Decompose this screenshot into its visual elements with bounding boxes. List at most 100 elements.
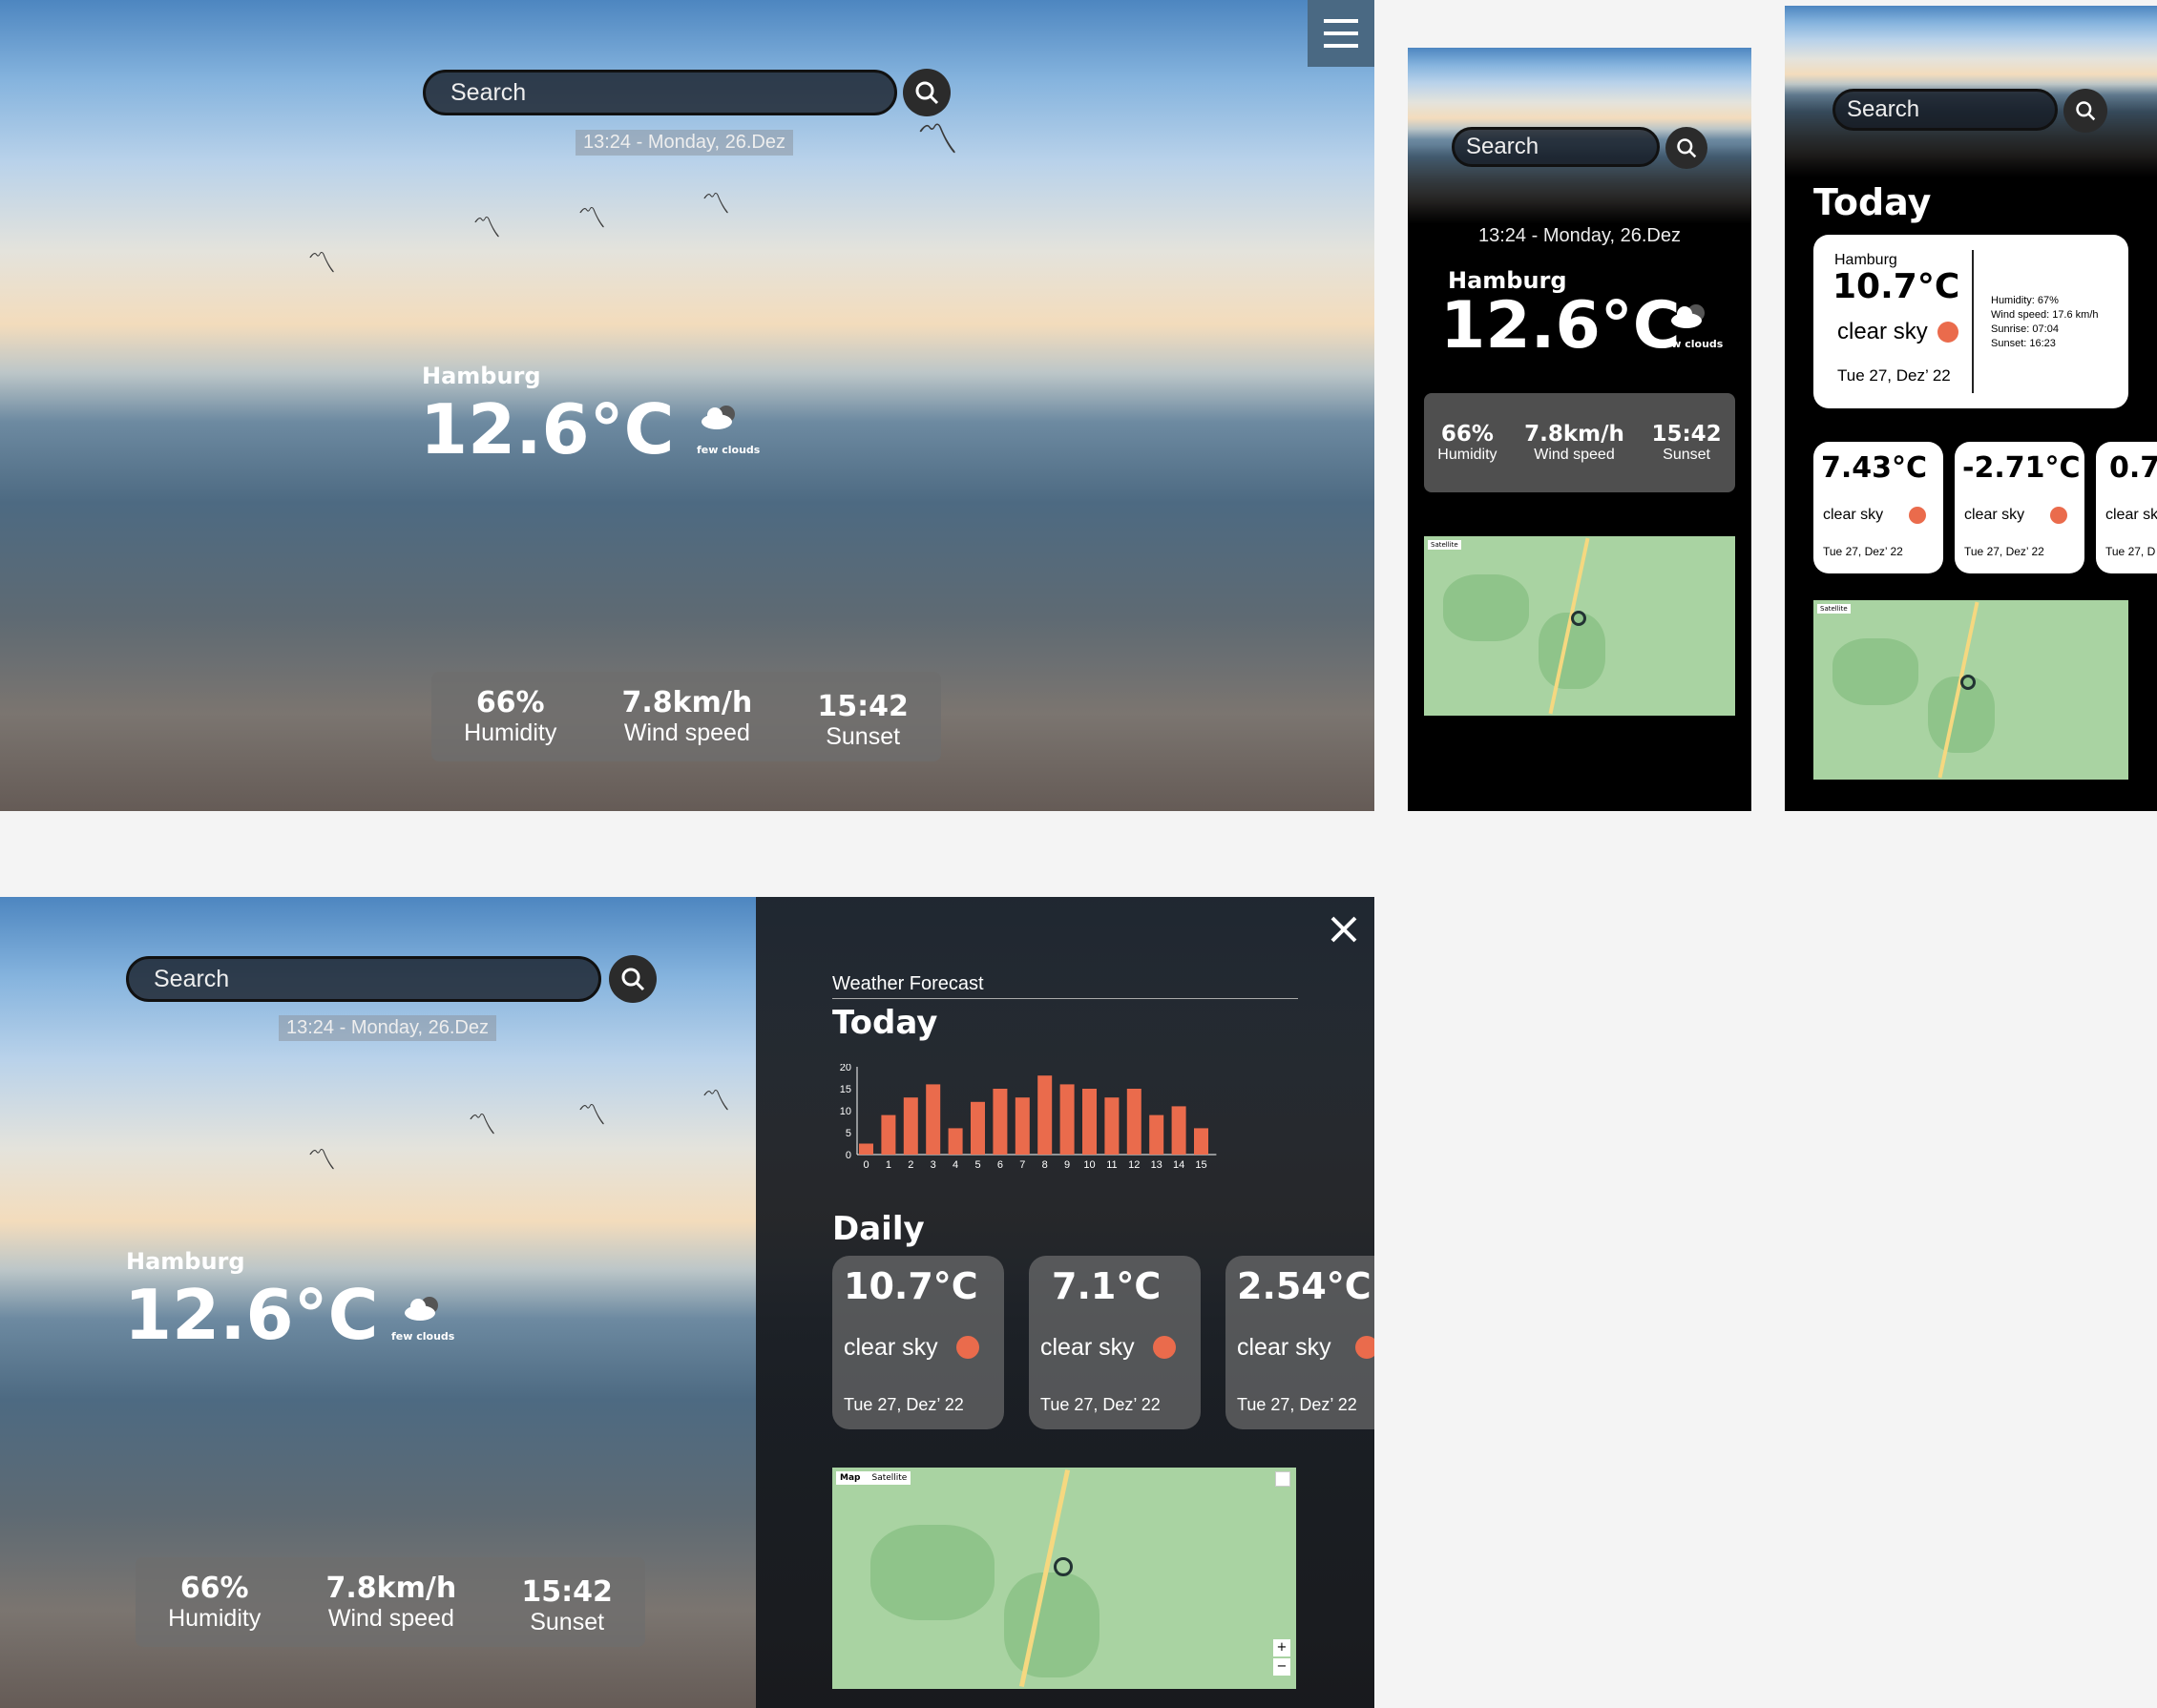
x-tick-label: 6 bbox=[997, 1159, 1003, 1171]
seagull-icon: 〽 bbox=[307, 1144, 336, 1177]
bar bbox=[926, 1084, 941, 1155]
location-pin-icon bbox=[1054, 1557, 1073, 1576]
search-placeholder: Search bbox=[450, 78, 527, 106]
bar bbox=[1171, 1106, 1186, 1155]
x-tick-label: 7 bbox=[1019, 1159, 1025, 1171]
map-type-satellite[interactable]: Satellite bbox=[1428, 540, 1461, 550]
today-heading: Today bbox=[832, 1004, 938, 1042]
location-pin-icon bbox=[1960, 675, 1976, 690]
bar bbox=[1149, 1114, 1164, 1155]
bar bbox=[948, 1128, 963, 1155]
seagull-icon: 〽 bbox=[468, 1109, 496, 1142]
seagull-icon: 〽 bbox=[577, 202, 606, 236]
weather-indicator-dot bbox=[1355, 1336, 1374, 1359]
stats-panel: 66% Humidity 7.8km/h Wind speed 15:42 Sunse… bbox=[431, 672, 941, 761]
x-tick-label: 4 bbox=[953, 1159, 958, 1171]
search-icon bbox=[1677, 138, 1697, 158]
bar bbox=[1104, 1097, 1120, 1155]
seagull-icon: 〽 bbox=[577, 1099, 606, 1133]
condition-label: few clouds bbox=[391, 1330, 455, 1343]
weather-indicator-dot bbox=[956, 1336, 979, 1359]
fullscreen-button[interactable] bbox=[1275, 1471, 1290, 1487]
bar bbox=[881, 1114, 896, 1155]
mobile-frame: Search 13:24 - Monday, 26.Dez Hamburg 12… bbox=[1408, 48, 1751, 811]
forecast-card[interactable]: -2.71°C clear sky Tue 27, Dez’ 22 bbox=[1955, 442, 2084, 573]
x-tick-label: 15 bbox=[1195, 1159, 1206, 1171]
forecast-panel: Weather Forecast Today 0 5 10 15 20 0 1 2 3 4 5 6 7 8… bbox=[756, 897, 1374, 1708]
search-input[interactable]: Search bbox=[423, 70, 897, 115]
stats-panel: 66% Humidity 7.8km/h Wind speed 15:42 Sunse… bbox=[136, 1557, 645, 1647]
search-input[interactable]: Search bbox=[126, 956, 601, 1002]
bar bbox=[1059, 1084, 1075, 1155]
location-pin-icon bbox=[1571, 611, 1586, 626]
weather-indicator-dot bbox=[1937, 322, 1958, 343]
x-tick-label: 12 bbox=[1128, 1159, 1140, 1171]
zoom-out-button[interactable]: − bbox=[1273, 1658, 1290, 1676]
mobile-forecast-frame: Search Today Hamburg 10.7°C clear sky Tu… bbox=[1785, 6, 2157, 811]
cloud-icon bbox=[1667, 302, 1709, 330]
daily-card[interactable]: 10.7°C clear sky Tue 27, Dez’ 22 bbox=[832, 1256, 1004, 1429]
city-name: Hamburg bbox=[422, 363, 541, 389]
bar bbox=[1126, 1089, 1141, 1155]
map-widget[interactable]: Satellite bbox=[1813, 600, 2128, 780]
bar bbox=[971, 1101, 985, 1155]
y-tick-label: 10 bbox=[840, 1106, 851, 1117]
divider bbox=[1972, 250, 1974, 393]
temperature: 12.6°C bbox=[1440, 288, 1681, 364]
search-button[interactable] bbox=[1665, 127, 1707, 169]
today-heading: Today bbox=[1813, 181, 1932, 223]
stats-panel: 66% Humidity 7.8km/h Wind speed 15:42 Sunse… bbox=[1424, 393, 1735, 492]
seagull-icon: 〽 bbox=[702, 1085, 730, 1118]
title-underline bbox=[832, 998, 1298, 999]
seagull-icon: 〽 bbox=[472, 212, 501, 245]
desktop-frame: 〽 〽 〽 〽 〽 Search 13:24 - Monday, 26.Dez … bbox=[0, 0, 1374, 811]
x-tick-label: 11 bbox=[1106, 1159, 1117, 1171]
daily-card[interactable]: 2.54°C clear sky Tue 27, Dez’ 22 bbox=[1225, 1256, 1374, 1429]
y-tick-label: 0 bbox=[846, 1150, 851, 1161]
seagull-icon: 〽 bbox=[702, 188, 730, 221]
zoom-in-button[interactable]: + bbox=[1273, 1639, 1290, 1656]
bar bbox=[1015, 1097, 1030, 1155]
search-input[interactable]: Search bbox=[1832, 89, 2058, 131]
today-card: Hamburg 10.7°C clear sky Tue 27, Dez’ 22… bbox=[1813, 235, 2128, 408]
y-tick-label: 5 bbox=[846, 1128, 851, 1139]
menu-button[interactable] bbox=[1308, 0, 1374, 67]
search-button[interactable] bbox=[2063, 89, 2107, 133]
x-tick-label: 3 bbox=[931, 1159, 936, 1171]
temperature: 12.6°C bbox=[124, 1275, 379, 1355]
close-button[interactable] bbox=[1327, 912, 1361, 947]
forecast-card[interactable]: 0.7 clear sk Tue 27, D bbox=[2096, 442, 2157, 573]
x-tick-label: 5 bbox=[974, 1159, 980, 1171]
bar bbox=[859, 1143, 873, 1155]
datetime-label: 13:24 - Monday, 26.Dez bbox=[1478, 225, 1681, 246]
map-type-toggle: Map Satellite bbox=[836, 1471, 911, 1485]
search-button[interactable] bbox=[609, 955, 657, 1003]
humidity-stat: 66% Humidity bbox=[464, 686, 557, 746]
forecast-title: Weather Forecast bbox=[832, 973, 984, 994]
map-type-satellite[interactable]: Satellite bbox=[871, 1473, 907, 1483]
y-tick-label: 20 bbox=[840, 1064, 851, 1073]
x-tick-label: 13 bbox=[1151, 1159, 1162, 1171]
bar bbox=[1194, 1128, 1208, 1155]
map-widget[interactable]: Map Satellite + − bbox=[832, 1468, 1296, 1689]
city-name: Hamburg bbox=[126, 1248, 245, 1275]
daily-card[interactable]: 7.1°C clear sky Tue 27, Dez’ 22 bbox=[1029, 1256, 1201, 1429]
map-type-map[interactable]: Map bbox=[840, 1473, 860, 1483]
search-input[interactable]: Search bbox=[1452, 127, 1660, 167]
map-type-satellite[interactable]: Satellite bbox=[1817, 604, 1851, 614]
menu-icon bbox=[1324, 19, 1358, 48]
search-button[interactable] bbox=[903, 69, 951, 116]
weather-indicator-dot bbox=[1153, 1336, 1176, 1359]
close-icon bbox=[1330, 916, 1357, 943]
search-icon bbox=[621, 968, 645, 991]
x-tick-label: 10 bbox=[1083, 1159, 1095, 1171]
condition-label: few clouds bbox=[1660, 338, 1724, 350]
x-tick-label: 2 bbox=[908, 1159, 913, 1171]
sunset-stat: 15:42 Sunset bbox=[817, 690, 909, 750]
cloud-icon bbox=[401, 1294, 443, 1323]
forecast-card[interactable]: 7.43°C clear sky Tue 27, Dez’ 22 bbox=[1813, 442, 1943, 573]
wind-stat: 7.8km/h Wind speed bbox=[621, 686, 753, 746]
bar bbox=[903, 1097, 918, 1155]
x-tick-label: 1 bbox=[886, 1159, 891, 1171]
map-widget[interactable]: Satellite bbox=[1424, 536, 1735, 716]
